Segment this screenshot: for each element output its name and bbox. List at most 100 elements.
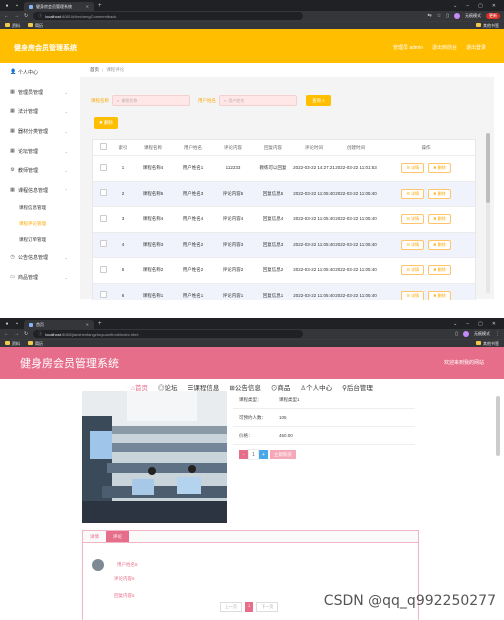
prev-page-button[interactable]: 上一页 (220, 602, 242, 612)
sidepanel-icon[interactable]: ▯ (455, 331, 458, 337)
forward-icon[interactable]: → (14, 331, 19, 337)
sidepanel-icon[interactable]: ▯ (446, 13, 449, 19)
row-checkbox[interactable] (99, 214, 107, 222)
column-header: 课程名称 (144, 144, 162, 150)
tab-close-icon[interactable]: ✕ (78, 4, 89, 9)
submenu-course-comments[interactable]: 课程评论管理 (0, 216, 80, 232)
profile-avatar[interactable] (454, 13, 460, 19)
batch-delete-button[interactable]: ✖ 删除 (94, 117, 119, 129)
chevron-down-icon[interactable]: ⌄ (453, 3, 457, 9)
chevron-down-icon[interactable]: ⌄ (453, 321, 457, 327)
info-icon[interactable]: ⓘ (38, 13, 42, 19)
sidebar-item-profile[interactable]: 👤 个人中心 (0, 63, 80, 83)
row-checkbox[interactable] (99, 163, 107, 171)
table-cell: 4 (121, 241, 125, 247)
row-checkbox[interactable] (99, 291, 107, 299)
decrease-quantity-button[interactable]: - (239, 450, 248, 459)
maximize-icon[interactable]: ▢ (478, 321, 483, 327)
other-bookmarks[interactable]: 其他书签 (476, 23, 499, 29)
quantity-field[interactable]: 1 (248, 449, 259, 460)
url-field[interactable]: ⓘ localhost :8081/#/kechengCommentback (33, 12, 304, 20)
minimize-icon[interactable]: – (466, 3, 469, 9)
user-name-input[interactable]: ⌕ 用户姓名 (219, 95, 297, 106)
bookmark-folder-1[interactable]: 资料 (5, 23, 20, 29)
browser-tab[interactable]: 健身房会员管理系统 ✕ (24, 2, 94, 11)
back-icon[interactable]: ← (4, 13, 9, 19)
table-cell: 2022-03-22 11:05:40 (335, 267, 377, 273)
window-menu-icon[interactable]: ● (4, 3, 10, 9)
breadcrumb-home[interactable]: 首页 (90, 67, 99, 73)
table-cell: 6 (121, 292, 125, 298)
scrollbar[interactable] (496, 396, 500, 456)
select-all-checkbox[interactable] (99, 143, 107, 150)
delete-button[interactable]: ✖ 删除 (428, 290, 451, 300)
reload-icon[interactable]: ↻ (24, 13, 28, 19)
maximize-icon[interactable]: ▢ (478, 3, 483, 9)
logout-link[interactable]: 退出登录 (466, 44, 486, 51)
next-page-button[interactable]: 下一页 (256, 602, 279, 612)
new-tab-icon[interactable]: + (98, 3, 102, 9)
extension-icon[interactable]: ▪ (14, 321, 20, 327)
sidebar-item-label: 商品管理 (18, 275, 39, 282)
row-checkbox[interactable] (99, 240, 107, 248)
bookmark-folder-1[interactable]: 资料 (5, 341, 20, 347)
sidebar-item-notices[interactable]: ◷ 公告信息管理 ⌄ (0, 248, 80, 268)
profile-avatar[interactable] (463, 331, 469, 337)
more-menu-icon[interactable]: ⋮ (495, 331, 500, 337)
reload-icon[interactable]: ↻ (24, 331, 28, 337)
submenu-course-info[interactable]: 课程信息管理 (0, 200, 80, 216)
sidebar-item-courses[interactable]: ▦ 课程信息管理 ⌃ (0, 181, 80, 201)
url-field[interactable]: ⓘ localhost :8080/jianshenfangzhuyuan/fr… (33, 330, 304, 338)
forward-icon[interactable]: → (14, 13, 19, 19)
star-icon[interactable]: ☆ (437, 13, 441, 19)
buy-now-button[interactable]: 立即购买 (270, 450, 296, 459)
scrollbar-thumb[interactable] (486, 133, 490, 203)
exit-to-front-link[interactable]: 退出到前台 (432, 44, 457, 51)
close-window-icon[interactable]: ✕ (492, 321, 496, 327)
sidebar-item-equipment[interactable]: ▦ 器材分类管理 ⌄ (0, 122, 80, 142)
translate-icon[interactable]: ⇆ (428, 13, 432, 19)
back-icon[interactable]: ← (4, 331, 9, 337)
course-name-input[interactable]: ⌕ 课程名称 (112, 95, 190, 106)
update-button[interactable]: 更新 (486, 13, 500, 19)
bookmark-folder-2[interactable]: 简历 (28, 341, 43, 347)
delete-button[interactable]: ✖ 删除 (428, 214, 451, 225)
search-button[interactable]: 查询 ⌕ (306, 95, 331, 106)
sidebar-item-admins[interactable]: ▦ 管理员管理 ⌄ (0, 83, 80, 103)
info-icon[interactable]: ⓘ (38, 331, 42, 337)
row-checkbox[interactable] (99, 189, 107, 197)
delete-button[interactable]: ✖ 删除 (428, 265, 451, 276)
comments-table: 索引 课程名称 用户姓名 评论内容 回复内容 评论时间 创建时间 操作 1 课程名… (92, 139, 476, 300)
tab-details[interactable]: 详情 (83, 531, 106, 542)
detail-button[interactable]: ☰ 详情 (401, 188, 425, 199)
submenu-course-orders[interactable]: 课程订单管理 (0, 232, 80, 248)
sidebar-item-stats[interactable]: ▦ 法计管理 ⌄ (0, 102, 80, 122)
info-value: 课程类型1 (279, 396, 300, 402)
sidebar-item-teachers[interactable]: ⚙ 教师管理 ⌄ (0, 161, 80, 181)
close-window-icon[interactable]: ✕ (492, 3, 496, 9)
detail-button[interactable]: ☰ 详情 (401, 163, 425, 174)
new-tab-icon[interactable]: + (98, 321, 102, 327)
detail-button[interactable]: ☰ 详情 (401, 239, 425, 250)
admin-user-link[interactable]: 管理员 admin (393, 44, 423, 51)
sidebar-item-forum[interactable]: ▦ 论坛管理 ⌄ (0, 141, 80, 161)
minimize-icon[interactable]: – (466, 321, 469, 327)
delete-button[interactable]: ✖ 删除 (428, 188, 451, 199)
window-menu-icon[interactable]: ● (4, 321, 10, 327)
page-number[interactable]: 1 (245, 602, 254, 612)
detail-button[interactable]: ☰ 详情 (401, 214, 425, 225)
extension-icon[interactable]: ▪ (14, 3, 20, 9)
tab-comments[interactable]: 评论 (106, 531, 129, 542)
bookmark-folder-2[interactable]: 简历 (28, 23, 43, 29)
detail-button[interactable]: ☰ 详情 (401, 265, 425, 276)
increase-quantity-button[interactable]: + (259, 450, 268, 459)
other-bookmarks[interactable]: 其他书签 (476, 341, 499, 347)
delete-button[interactable]: ✖ 删除 (428, 163, 451, 174)
row-checkbox[interactable] (99, 265, 107, 273)
browser-tab[interactable]: 首页 ✕ (24, 320, 94, 329)
sidebar-item-goods[interactable]: ▭ 商品管理 ⌄ (0, 268, 80, 288)
scrollbar[interactable] (486, 133, 490, 293)
delete-button[interactable]: ✖ 删除 (428, 239, 451, 250)
tab-close-icon[interactable]: ✕ (78, 322, 89, 327)
detail-button[interactable]: ☰ 详情 (401, 290, 425, 300)
